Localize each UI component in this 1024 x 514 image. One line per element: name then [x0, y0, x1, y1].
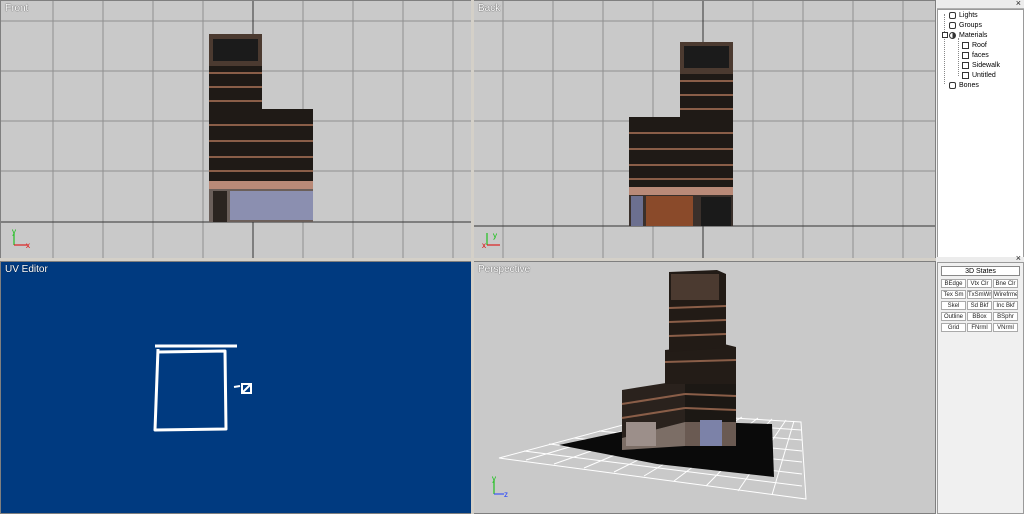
materials-icon — [949, 31, 956, 39]
perspective-title: Perspective — [478, 264, 531, 275]
building-perspective-model — [621, 270, 737, 450]
state-button-bne-clr[interactable]: Bne Clr — [993, 279, 1018, 288]
tree-item-lights[interactable]: Lights — [949, 11, 978, 21]
texture-icon — [962, 51, 969, 59]
perspective-scene: y z — [492, 270, 807, 500]
state-button-inc-bkf[interactable]: Inc Bkf — [993, 301, 1018, 310]
front-axis-y-label: y — [12, 227, 16, 236]
tree-item-roof[interactable]: Roof — [962, 41, 987, 51]
state-button-vnrml[interactable]: VNrml — [993, 323, 1018, 332]
perspective-axis-y-label: y — [492, 474, 496, 483]
tree-item-sidewalk[interactable]: Sidewalk — [962, 61, 1000, 71]
front-axis-gizmo: y x — [12, 227, 30, 250]
tree-item-faces[interactable]: faces — [962, 51, 989, 61]
uv-layout — [153, 344, 252, 432]
texture-icon — [962, 61, 969, 69]
collapse-icon[interactable] — [942, 32, 948, 39]
scene-tree-header: × — [937, 0, 1024, 9]
perspective-axis-gizmo: y z — [492, 474, 508, 499]
back-axis-x-label: x — [482, 241, 486, 250]
state-button-bedge[interactable]: BEdge — [941, 279, 966, 288]
uv-island-small — [233, 383, 252, 394]
back-grid: y x — [474, 1, 935, 258]
front-axis-x-label: x — [26, 241, 30, 250]
state-button-outline[interactable]: Outline — [941, 312, 966, 321]
texture-icon — [962, 41, 969, 49]
tree-item-untitled[interactable]: Untitled — [962, 71, 996, 81]
front-viewport[interactable]: Front y x — [0, 0, 472, 259]
tree-item-materials[interactable]: Materials — [942, 31, 987, 41]
viewport-splitter-horizontal[interactable] — [0, 258, 936, 261]
state-button-txsmwr[interactable]: TxSmWr — [967, 290, 992, 299]
light-icon — [949, 11, 956, 19]
uv-editor-title: UV Editor — [5, 264, 48, 275]
perspective-viewport[interactable]: Perspective y z — [473, 261, 936, 514]
scene-tree-close-icon[interactable]: × — [1016, 0, 1021, 8]
back-viewport-title: Back — [478, 3, 501, 14]
state-button-sd-bkf[interactable]: Sd Bkf — [967, 301, 992, 310]
states-title-button[interactable]: 3D States — [941, 266, 1020, 276]
tree-item-bones[interactable]: Bones — [949, 81, 979, 91]
back-axis-y-label: y — [493, 231, 497, 240]
texture-icon — [962, 71, 969, 79]
tree-item-groups[interactable]: Groups — [949, 21, 982, 31]
uv-editor-viewport[interactable]: UV Editor — [0, 261, 472, 514]
state-button-fnrml[interactable]: FNrml — [967, 323, 992, 332]
front-viewport-title: Front — [5, 3, 29, 14]
perspective-axis-z-label: z — [504, 490, 508, 499]
building-front-model — [209, 34, 313, 222]
states-panel: 3D States BEdge Vtx Clr Bne Clr Tex Sm T… — [937, 262, 1024, 514]
state-button-skel[interactable]: Skel — [941, 301, 966, 310]
back-viewport[interactable]: Back y x — [473, 0, 936, 259]
state-button-bsphr[interactable]: BSphr — [993, 312, 1018, 321]
state-button-vtx-clr[interactable]: Vtx Clr — [967, 279, 992, 288]
front-grid: y x — [1, 1, 471, 258]
state-button-grid[interactable]: Grid — [941, 323, 966, 332]
bones-icon — [949, 81, 956, 89]
building-back-model — [629, 42, 733, 226]
viewport-splitter-vertical[interactable] — [471, 0, 474, 514]
state-button-wireframe[interactable]: Wirefrme — [993, 290, 1018, 299]
state-button-tex-sm[interactable]: Tex Sm — [941, 290, 966, 299]
scene-tree-panel: Lights Groups Materials Roof faces Sidew… — [937, 9, 1024, 258]
uv-island-large — [153, 344, 237, 432]
groups-icon — [949, 21, 956, 29]
state-button-bbox[interactable]: BBox — [967, 312, 992, 321]
back-axis-gizmo: y x — [482, 231, 500, 250]
